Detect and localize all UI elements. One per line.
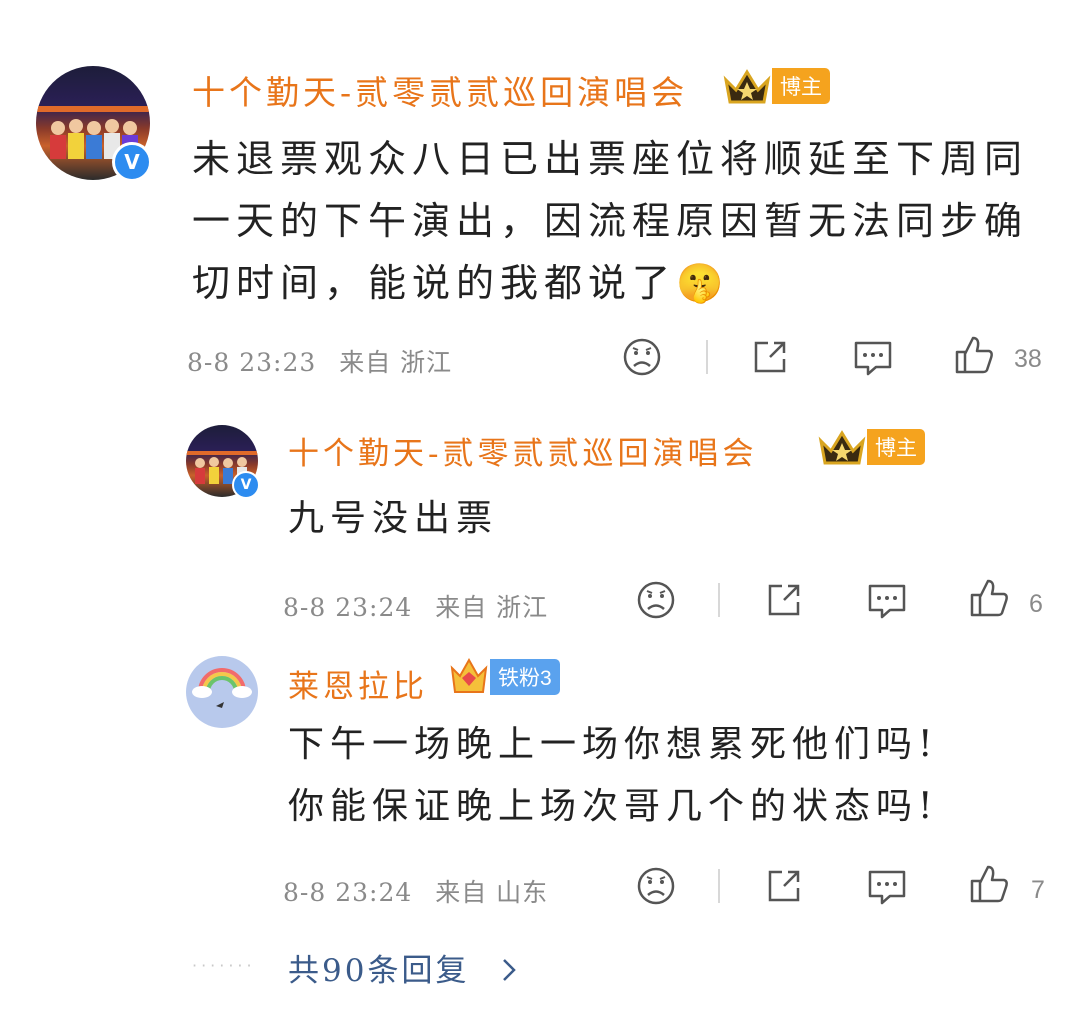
verified-badge-icon: V [232,471,260,499]
avatar[interactable]: V [186,425,260,499]
sad-face-icon[interactable] [622,337,662,377]
comment-meta: 8-8 23:24 来自 浙江 [283,588,548,624]
comment-icon[interactable] [852,337,894,377]
crown-icon [818,430,866,465]
comment-meta: 8-8 23:23 来自 浙江 [187,343,452,379]
comment-line: 未退票观众八日已出票座位将顺延至下周同 [192,137,1029,181]
chevron-right-icon [500,953,518,989]
sad-face-icon[interactable] [636,580,676,620]
sad-face-icon[interactable] [636,866,676,906]
crown-icon [723,69,771,104]
avatar[interactable] [186,656,258,728]
thumb-up-icon[interactable] [953,334,995,376]
timestamp: 8-8 23:24 [283,593,413,622]
comment-line: 你能保证晚上场次哥几个的状态吗! [288,786,939,827]
comment-line: 下午一场晚上一场你想累死他们吗! [288,724,939,765]
badge-label: 博主 [867,429,925,465]
blogger-badge: 博主 [817,427,925,467]
comment-icon[interactable] [866,866,908,906]
more-replies-link[interactable]: 共90条回复 [288,945,518,990]
comment-line: 一天的下午演出，因流程原因暂无法同步确 [192,199,1029,243]
blogger-badge: 博主 [722,66,830,106]
location: 来自 浙江 [435,593,549,622]
badge-label: 铁粉3 [490,659,560,695]
shush-emoji-icon: 🤫 [676,261,730,305]
divider [706,340,708,374]
comment-line: 切时间，能说的我都说了 [192,261,677,305]
verified-badge-icon: V [112,142,152,182]
timestamp: 8-8 23:24 [283,878,413,907]
like-count: 6 [1029,590,1043,618]
divider [718,869,720,903]
comment-text: 九号没出票 [288,494,498,544]
location: 来自 浙江 [339,348,453,377]
timestamp: 8-8 23:23 [187,348,317,377]
more-replies-label: 共90条回复 [288,953,470,989]
comment-line: 九号没出票 [288,498,499,539]
avatar-image [186,656,258,728]
comment-meta: 8-8 23:24 来自 山东 [283,873,548,909]
comment-text: 未退票观众八日已出票座位将顺延至下周同 一天的下午演出，因流程原因暂无法同步确 … [192,128,1028,314]
crown-icon [450,657,488,693]
share-icon[interactable] [764,580,804,620]
comment-text: 下午一场晚上一场你想累死他们吗! 你能保证晚上场次哥几个的状态吗! [288,714,938,838]
comment-icon[interactable] [866,580,908,620]
like-count: 7 [1031,876,1045,904]
like-count: 38 [1014,345,1042,373]
divider [718,583,720,617]
share-icon[interactable] [750,337,790,377]
rainbow-icon [192,668,252,708]
dotted-separator: ······· [192,956,256,975]
thumb-up-icon[interactable] [968,577,1010,619]
share-icon[interactable] [764,866,804,906]
badge-label: 博主 [772,68,830,104]
thumb-up-icon[interactable] [968,863,1010,905]
fan-badge: 铁粉3 [448,656,560,698]
username[interactable]: 莱恩拉比 [288,661,428,706]
username[interactable]: 十个勤天-贰零贰贰巡回演唱会 [192,66,688,114]
username[interactable]: 十个勤天-贰零贰贰巡回演唱会 [288,428,757,473]
avatar[interactable]: V [36,66,152,182]
location: 来自 山东 [435,878,549,907]
